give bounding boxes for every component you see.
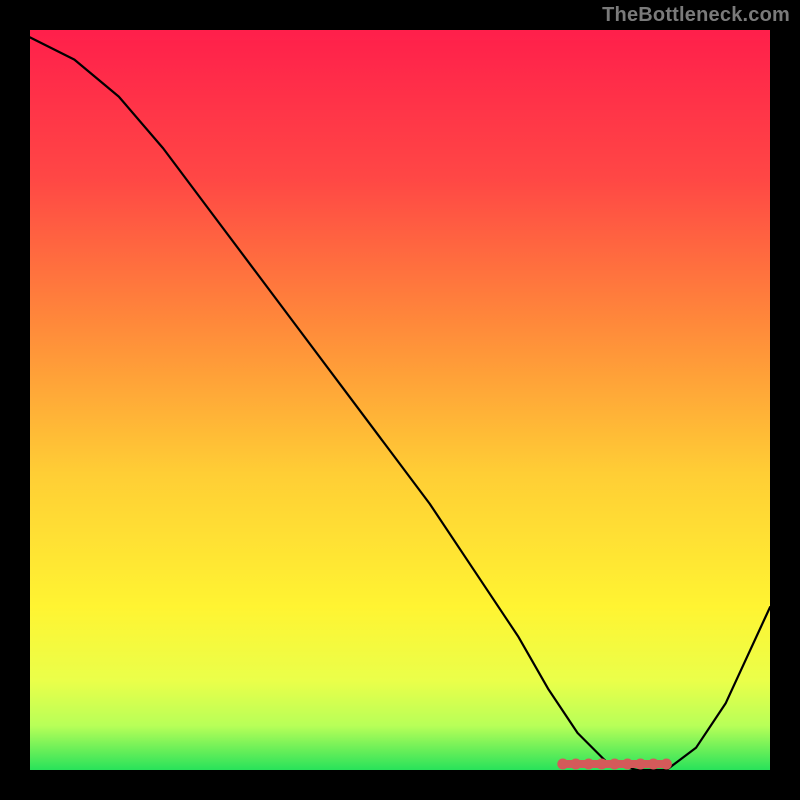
attribution-label: TheBottleneck.com xyxy=(602,4,790,27)
gradient-background xyxy=(30,30,770,770)
plot-area xyxy=(30,30,770,770)
bottleneck-chart xyxy=(30,30,770,770)
optimum-band xyxy=(557,759,672,770)
chart-stage: TheBottleneck.com xyxy=(0,0,800,800)
